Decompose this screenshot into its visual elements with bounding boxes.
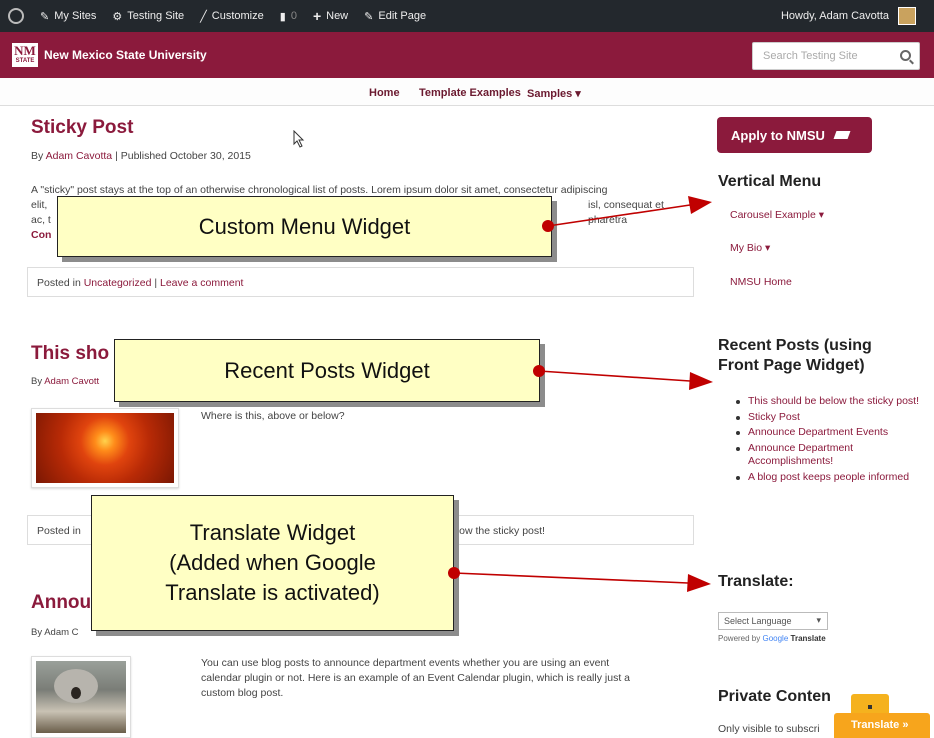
- arrow-translate: [448, 567, 711, 592]
- arrow-custom-menu: [542, 196, 712, 232]
- arrow-recent-posts: [533, 365, 713, 390]
- annotation-arrows: [448, 196, 713, 592]
